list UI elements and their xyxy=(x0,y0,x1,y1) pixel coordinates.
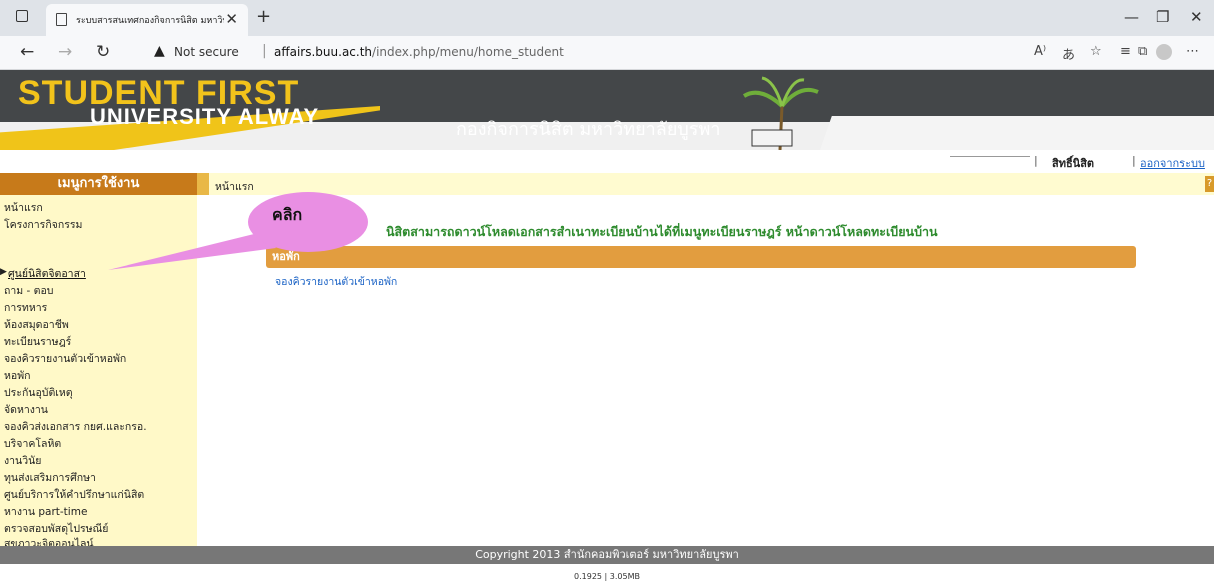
footer: Copyright 2013 สำนักคอมพิวเตอร์ มหาวิทยา… xyxy=(0,546,1214,564)
callout-bubble xyxy=(248,192,368,252)
page-stats: 0.1925 | 3.05MB xyxy=(574,572,640,581)
callout-pointer xyxy=(108,232,276,270)
callout-annotation xyxy=(108,192,368,270)
callout-text: คลิก xyxy=(272,205,303,224)
